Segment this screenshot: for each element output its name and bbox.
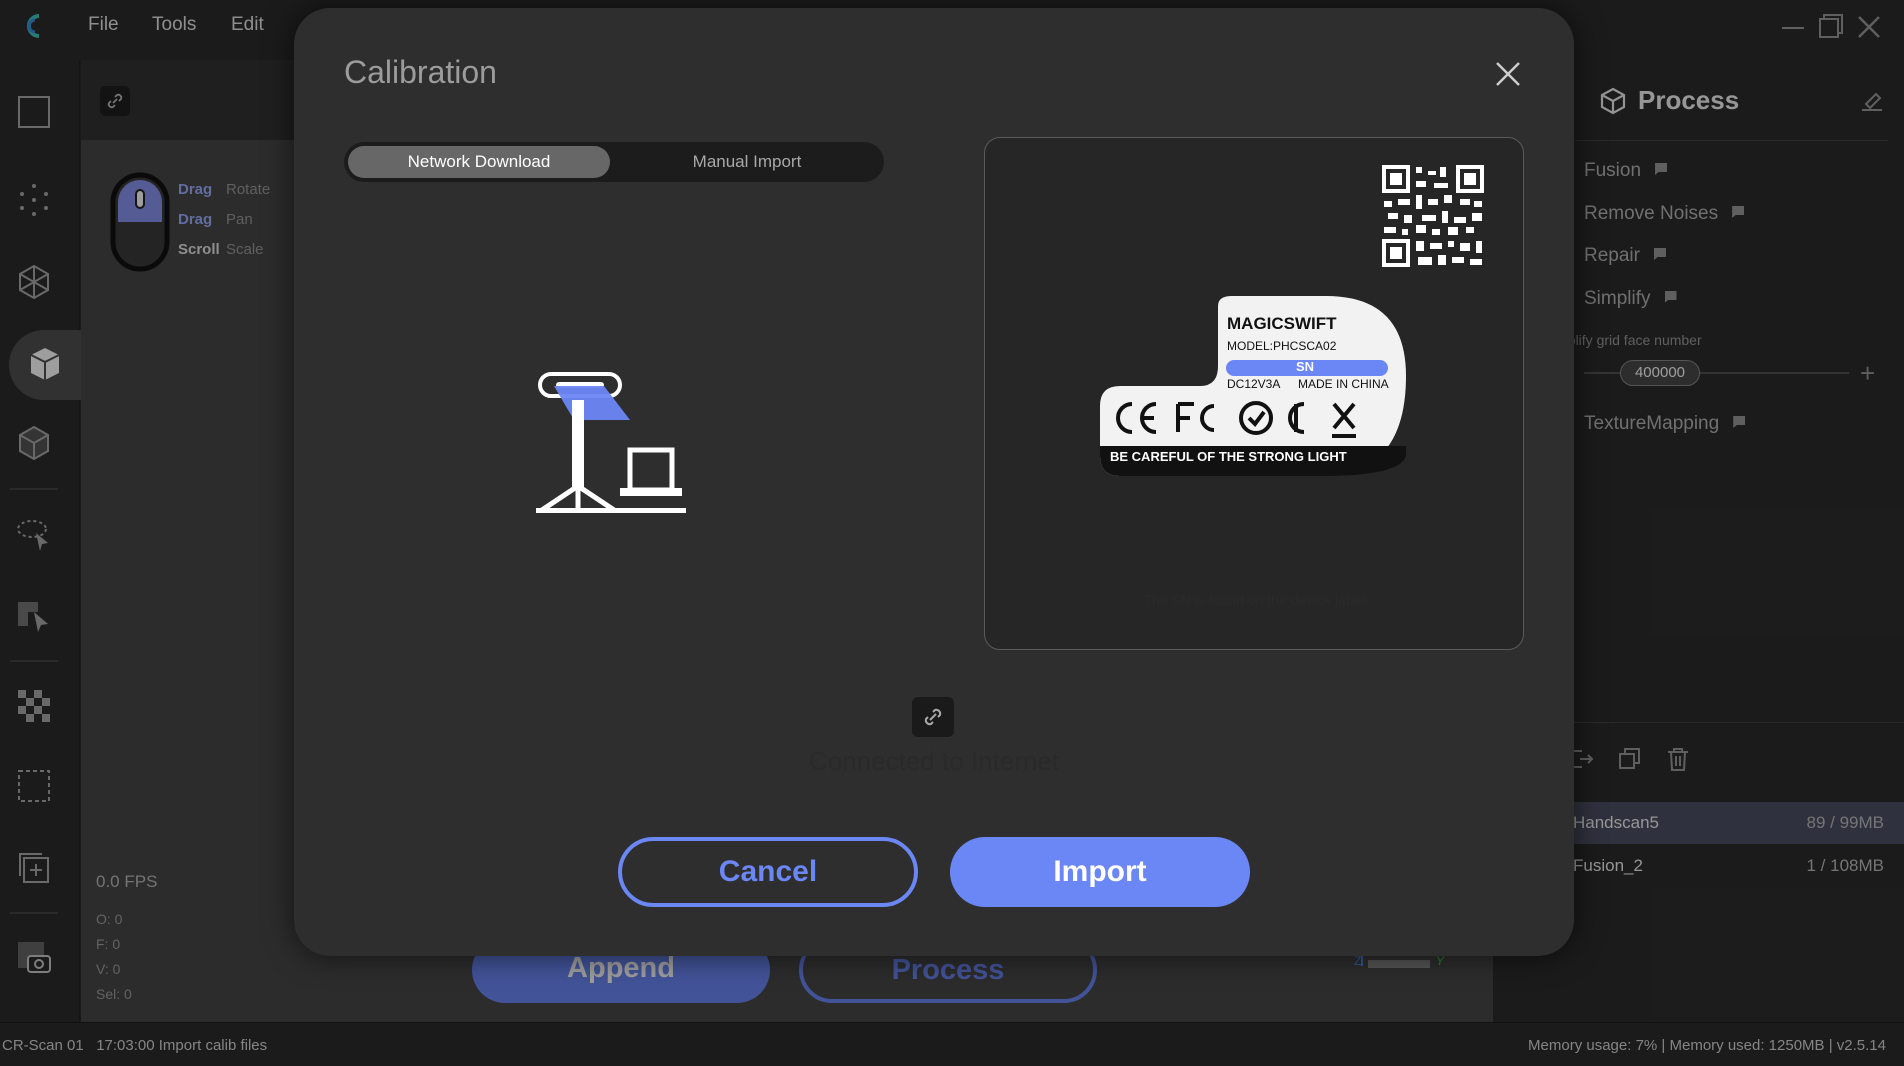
label-warning: BE CAREFUL OF THE STRONG LIGHT <box>1110 449 1347 464</box>
tab-network-download[interactable]: Network Download <box>348 146 610 178</box>
source-toggle: Network Download Manual Import <box>344 142 884 182</box>
certification-icons <box>1116 401 1356 438</box>
tab-manual-import[interactable]: Manual Import <box>616 146 878 178</box>
link-icon <box>924 708 942 726</box>
connection-status-text: Connected to Internet <box>808 746 1060 776</box>
device-label-sticker: MAGICSWIFT MODEL:PHCSCA02 SN DC12V3A MAD… <box>1100 296 1406 476</box>
scanner-download-icon <box>536 372 686 513</box>
label-sn: SN <box>1296 359 1315 374</box>
label-brand: MAGICSWIFT <box>1227 314 1337 333</box>
calibration-dialog: Calibration Network Download Manual Impo… <box>294 8 1574 956</box>
sn-hint: -The SN is found on the device label- <box>1138 592 1370 608</box>
label-model: MODEL:PHCSCA02 <box>1227 339 1337 353</box>
qr-code-icon <box>1382 165 1484 267</box>
label-made: MADE IN CHINA <box>1298 377 1389 391</box>
close-icon[interactable] <box>1492 58 1524 90</box>
connection-status-badge <box>912 697 954 737</box>
dialog-title: Calibration <box>344 54 497 90</box>
label-power: DC12V3A <box>1227 377 1281 391</box>
cancel-button[interactable]: Cancel <box>618 837 918 907</box>
import-button[interactable]: Import <box>950 837 1250 907</box>
